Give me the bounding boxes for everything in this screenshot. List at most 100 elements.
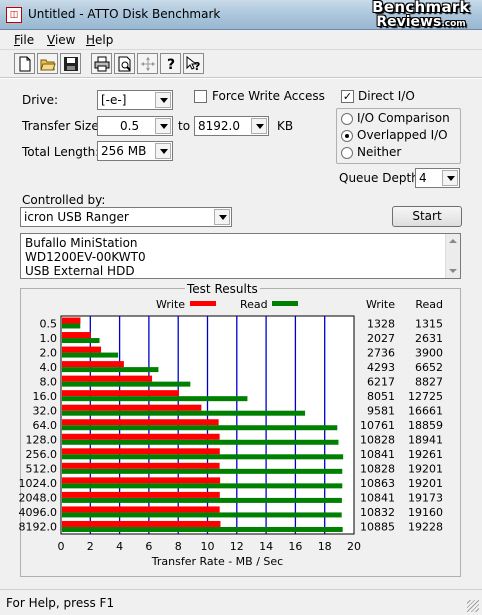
- x-tick-label: 14: [259, 540, 273, 553]
- write-value-label: 10841: [360, 448, 395, 461]
- status-text: For Help, press F1: [6, 596, 115, 610]
- print-button[interactable]: [91, 53, 112, 74]
- read-value-label: 18859: [408, 419, 443, 432]
- read-bar: [62, 483, 343, 489]
- read-bar: [62, 396, 248, 402]
- help-question-icon: ?: [167, 57, 175, 72]
- context-help-icon: ?: [186, 56, 200, 72]
- read-value-label: 18941: [408, 434, 443, 447]
- save-button[interactable]: [60, 53, 81, 74]
- new-document-icon: [19, 56, 31, 72]
- write-bar: [62, 462, 220, 469]
- read-bar: [62, 497, 342, 503]
- write-bar: [62, 520, 221, 527]
- print-icon: [94, 56, 110, 72]
- toolbar: ? ?: [0, 50, 482, 78]
- transfer-rate-chart: 0 2 4 6 8 10 12 14 16 18 20 Transfer Rate - MB / Se…: [19, 298, 444, 568]
- y-tick-label: 512.0: [26, 463, 58, 476]
- open-button[interactable]: [37, 53, 58, 74]
- x-tick-label: 18: [318, 540, 332, 553]
- read-bar: [62, 381, 191, 387]
- svg-text:?: ?: [194, 60, 200, 72]
- x-tick-label: 4: [116, 540, 123, 553]
- y-tick-label: 16.0: [33, 390, 58, 403]
- legend-read-label: Read: [240, 298, 268, 311]
- y-tick-label: 32.0: [33, 404, 58, 417]
- legend-write-label: Write: [156, 298, 185, 311]
- write-value-label: 4293: [367, 361, 395, 374]
- y-tick-label: 256.0: [26, 448, 58, 461]
- x-tick-label: 10: [201, 540, 215, 553]
- read-value-label: 19201: [408, 463, 443, 476]
- menu-bar: File View Help: [0, 30, 482, 50]
- open-folder-icon: [40, 59, 56, 71]
- y-tick-label: 128.0: [26, 434, 58, 447]
- write-bar: [62, 448, 220, 455]
- write-value-label: 8051: [367, 390, 395, 403]
- new-button[interactable]: [14, 53, 35, 74]
- read-value-label: 2631: [415, 332, 443, 345]
- menu-view[interactable]: View: [47, 33, 75, 47]
- x-tick-label: 6: [145, 540, 152, 553]
- save-disk-icon: [64, 57, 78, 71]
- context-help-button[interactable]: ?: [183, 53, 204, 74]
- write-bar: [62, 361, 124, 368]
- read-bar: [62, 439, 339, 445]
- x-tick-label: 16: [288, 540, 302, 553]
- y-tick-label: 1024.0: [19, 477, 58, 490]
- write-value-label: 2027: [367, 332, 395, 345]
- print-preview-button[interactable]: [114, 53, 135, 74]
- y-tick-label: 8192.0: [19, 521, 58, 534]
- write-value-label: 10885: [360, 521, 395, 534]
- move-arrows-icon: [141, 57, 155, 71]
- write-value-label: 10828: [360, 434, 395, 447]
- read-bar: [62, 323, 81, 329]
- menu-help[interactable]: Help: [86, 33, 113, 47]
- write-value-label: 10761: [360, 419, 395, 432]
- menu-file[interactable]: File: [14, 33, 34, 47]
- help-button[interactable]: ?: [160, 53, 181, 74]
- resize-grip[interactable]: [467, 600, 479, 612]
- read-value-label: 19261: [408, 448, 443, 461]
- title-bar[interactable]: ◫ Untitled - ATTO Disk Benchmark Benchma…: [0, 0, 482, 30]
- write-value-label: 10863: [360, 477, 395, 490]
- write-bar: [62, 477, 221, 484]
- read-value-label: 8827: [415, 375, 443, 388]
- read-value-label: 19173: [408, 492, 443, 505]
- y-tick-label: 1.0: [40, 332, 58, 345]
- read-bar: [62, 352, 119, 358]
- write-value-label: 1328: [367, 317, 395, 330]
- atto-app-icon[interactable]: ◫: [6, 7, 22, 23]
- read-value-label: 3900: [415, 346, 443, 359]
- read-value-label: 1315: [415, 317, 443, 330]
- read-bar: [62, 338, 100, 344]
- write-column-header: Write: [366, 298, 395, 311]
- window-title: Untitled - ATTO Disk Benchmark: [28, 7, 221, 21]
- x-tick-label: 2: [87, 540, 94, 553]
- status-bar: For Help, press F1: [0, 589, 482, 615]
- x-tick-label: 8: [175, 540, 182, 553]
- write-bar: [62, 332, 91, 339]
- read-value-label: 19228: [408, 521, 443, 534]
- write-bar: [62, 433, 220, 440]
- legend-read-swatch: [272, 301, 298, 306]
- read-value-label: 19201: [408, 477, 443, 490]
- x-tick-label: 12: [230, 540, 244, 553]
- x-axis-label: Transfer Rate - MB / Sec: [151, 555, 283, 568]
- write-value-label: 9581: [367, 404, 395, 417]
- main-panel: Drive: [-e-] Force Write Access ✓ Direct…: [0, 79, 482, 589]
- y-tick-label: 2.0: [40, 346, 58, 359]
- benchmark-reviews-watermark: Benchmark Reviews.com: [372, 0, 470, 30]
- write-bar: [62, 506, 220, 513]
- write-bar: [62, 375, 153, 382]
- write-value-label: 6217: [367, 375, 395, 388]
- write-bar: [62, 317, 81, 324]
- read-bar: [62, 454, 344, 460]
- read-bar: [62, 425, 338, 431]
- write-bar: [62, 346, 102, 353]
- write-bar: [62, 491, 220, 498]
- move-button[interactable]: [137, 53, 158, 74]
- write-bar: [62, 404, 202, 411]
- y-tick-label: 64.0: [33, 419, 58, 432]
- read-bar: [62, 468, 343, 474]
